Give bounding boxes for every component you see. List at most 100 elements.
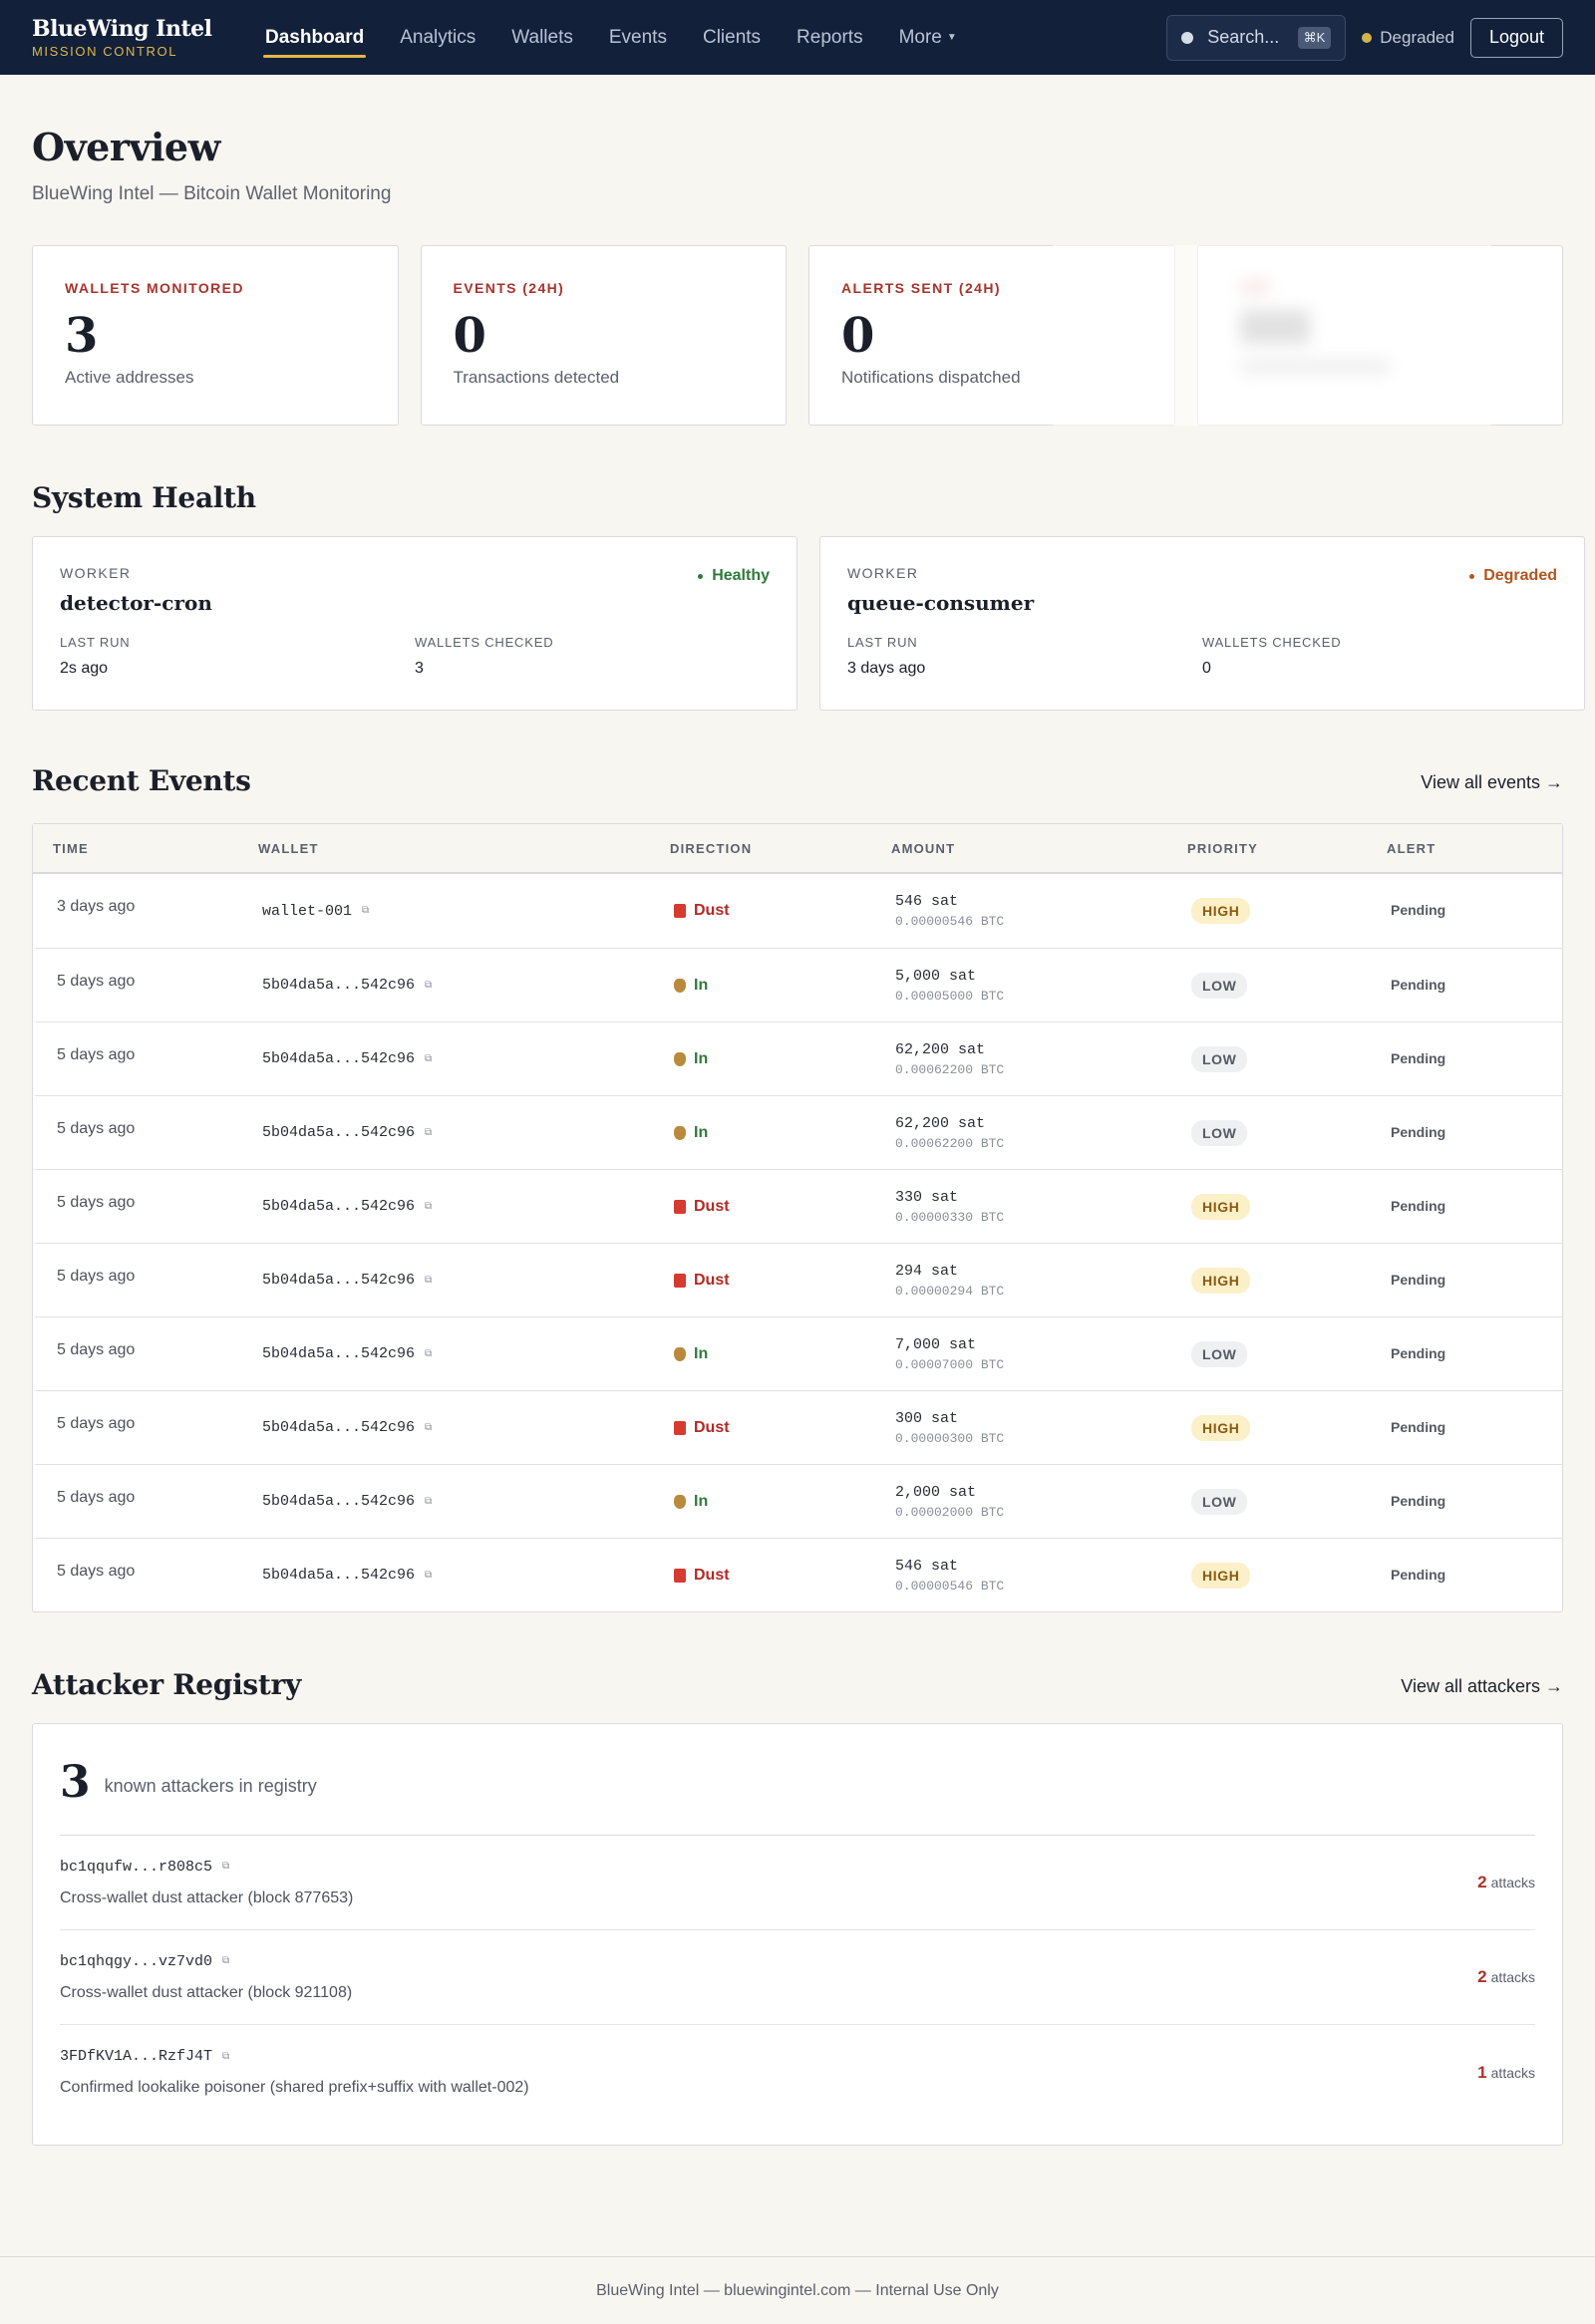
section-title-events: Recent Events xyxy=(32,764,251,797)
attack-count-label: attacks xyxy=(1490,1969,1535,1985)
column-header-amount[interactable]: AMOUNT xyxy=(891,841,1187,856)
table-row[interactable]: 5 days ago 5b04da5a...542c96 ⧉ Dust 330 sat 0… xyxy=(33,1169,1562,1243)
alert-status: Pending xyxy=(1391,1492,1446,1509)
amount-btc: 0.00000294 BTC xyxy=(895,1283,1005,1299)
alert-icon xyxy=(674,1568,686,1583)
column-header-wallet[interactable]: WALLET xyxy=(258,841,670,856)
copy-icon[interactable]: ⧉ xyxy=(425,1201,432,1213)
alert-status: Pending xyxy=(1391,1049,1446,1066)
meta-label: LAST RUN xyxy=(60,635,131,650)
attacker-description: Cross-wallet dust attacker (block 877653… xyxy=(60,1888,354,1906)
priority-badge: HIGH xyxy=(1191,898,1251,924)
top-nav: BlueWing Intel MISSION CONTROL Dashboard… xyxy=(0,0,1595,75)
table-row[interactable]: 5 days ago 5b04da5a...542c96 ⧉ Dust 300 sat 0… xyxy=(33,1390,1562,1464)
column-header-direction[interactable]: DIRECTION xyxy=(670,841,891,856)
direction-label: Dust xyxy=(694,1197,730,1215)
table-row[interactable]: 5 days ago 5b04da5a...542c96 ⧉ In 7,000 sat 0… xyxy=(33,1316,1562,1390)
nav-link-reports[interactable]: Reports xyxy=(779,0,881,75)
event-time: 5 days ago xyxy=(57,1267,136,1285)
priority-badge: HIGH xyxy=(1191,1267,1251,1294)
table-row[interactable]: 3 days ago wallet-001 ⧉ Dust 546 sat 0.000005… xyxy=(33,874,1562,948)
logout-button[interactable]: Logout xyxy=(1469,17,1563,58)
amount-sat: 62,200 sat xyxy=(895,1114,986,1132)
wallet-address: wallet-001 xyxy=(262,902,353,920)
attacker-description: Cross-wallet dust attacker (block 921108… xyxy=(60,1983,353,2001)
stat-desc: Transactions detected xyxy=(453,368,620,387)
table-row[interactable]: 5 days ago 5b04da5a...542c96 ⧉ Dust 546 sat 0… xyxy=(33,1538,1562,1611)
copy-icon[interactable]: ⧉ xyxy=(425,1570,432,1582)
search-input[interactable]: Search... ⌘K xyxy=(1166,14,1347,61)
direction-label: Dust xyxy=(694,1271,730,1289)
table-row[interactable]: 5 days ago 5b04da5a...542c96 ⧉ In 5,000 sat 0… xyxy=(33,948,1562,1021)
brand[interactable]: BlueWing Intel MISSION CONTROL xyxy=(32,16,247,59)
event-amount: 294 sat 0.00000294 BTC xyxy=(895,1263,1191,1299)
brand-subtitle: MISSION CONTROL xyxy=(32,44,178,59)
event-wallet: 5b04da5a...542c96 ⧉ xyxy=(262,1345,674,1362)
event-time: 5 days ago xyxy=(57,1340,136,1358)
table-row[interactable]: 5 days ago 5b04da5a...542c96 ⧉ In 62,200 sat… xyxy=(33,1095,1562,1169)
event-amount: 62,200 sat 0.00062200 BTC xyxy=(895,1115,1191,1151)
caret-down-icon: ▼ xyxy=(946,32,957,43)
copy-icon[interactable]: ⧉ xyxy=(425,1496,432,1508)
attacker-item[interactable]: bc1qqufw...r808c5 ⧉ Cross-wallet dust atta… xyxy=(60,1836,1535,1930)
attacker-address-text: 3FDfKV1A...RzfJ4T xyxy=(60,2048,213,2065)
nav-link-events[interactable]: Events xyxy=(591,0,685,75)
table-row[interactable]: 5 days ago 5b04da5a...542c96 ⧉ In 62,200 sat… xyxy=(33,1021,1562,1095)
copy-icon[interactable]: ⧉ xyxy=(425,1422,432,1434)
amount-btc: 0.00062200 BTC xyxy=(895,1135,1005,1151)
event-time: 5 days ago xyxy=(57,1488,136,1506)
attack-count-value: 1 xyxy=(1477,2062,1487,2082)
worker-label: WORKER xyxy=(847,565,919,581)
event-amount: 300 sat 0.00000300 BTC xyxy=(895,1410,1191,1446)
priority-badge: LOW xyxy=(1191,1119,1248,1146)
status-dot-icon xyxy=(698,573,704,579)
copy-icon[interactable]: ⧉ xyxy=(222,1861,229,1873)
view-all-events-link[interactable]: View all events → xyxy=(1421,772,1563,793)
last-run: LAST RUN 2s ago xyxy=(60,635,415,678)
table-row[interactable]: 5 days ago 5b04da5a...542c96 ⧉ Dust 294 sat 0… xyxy=(33,1243,1562,1316)
attacker-item[interactable]: bc1qhqgy...vz7vd0 ⧉ Cross-wallet dust atta… xyxy=(60,1930,1535,2025)
attacker-registry-section: Attacker Registry View all attackers → 3… xyxy=(32,1668,1563,2146)
wallet-address: 5b04da5a...542c96 xyxy=(262,1567,416,1584)
nav-link-clients[interactable]: Clients xyxy=(685,0,779,75)
copy-icon[interactable]: ⧉ xyxy=(362,905,369,917)
event-time: 5 days ago xyxy=(57,1414,136,1432)
table-row[interactable]: 5 days ago 5b04da5a...542c96 ⧉ In 2,000 sat 0… xyxy=(33,1464,1562,1538)
meta-value: 3 xyxy=(415,660,424,677)
event-wallet: 5b04da5a...542c96 ⧉ xyxy=(262,1567,674,1584)
copy-icon[interactable]: ⧉ xyxy=(425,980,432,992)
nav-link-wallets[interactable]: Wallets xyxy=(493,0,591,75)
column-header-priority[interactable]: PRIORITY xyxy=(1187,841,1387,856)
event-direction: In xyxy=(674,1124,895,1142)
direction-label: In xyxy=(694,1123,709,1141)
copy-icon[interactable]: ⧉ xyxy=(425,1348,432,1360)
section-head: Recent Events View all events → xyxy=(32,764,1563,797)
worker-status-label: Healthy xyxy=(712,567,770,584)
priority-badge: LOW xyxy=(1191,1488,1248,1515)
event-wallet: 5b04da5a...542c96 ⧉ xyxy=(262,1493,674,1510)
view-all-attackers-link[interactable]: View all attackers → xyxy=(1401,1676,1563,1697)
meta-value: 0 xyxy=(1202,660,1211,677)
copy-icon[interactable]: ⧉ xyxy=(222,2051,229,2063)
wallet-address: 5b04da5a...542c96 xyxy=(262,1198,416,1215)
event-time: 5 days ago xyxy=(57,1562,136,1580)
copy-icon[interactable]: ⧉ xyxy=(425,1127,432,1139)
copy-icon[interactable]: ⧉ xyxy=(425,1275,432,1287)
priority-badge: HIGH xyxy=(1191,1414,1251,1441)
alert-icon xyxy=(674,1273,686,1288)
attacker-count-label: known attackers in registry xyxy=(104,1776,317,1796)
attacker-item[interactable]: 3FDfKV1A...RzfJ4T ⧉ Confirmed lookalike po… xyxy=(60,2025,1535,2120)
nav-link-dashboard[interactable]: Dashboard xyxy=(247,0,382,75)
wallet-address: 5b04da5a...542c96 xyxy=(262,1345,416,1362)
copy-icon[interactable]: ⧉ xyxy=(222,1955,229,1967)
event-direction: Dust xyxy=(674,1272,895,1290)
event-wallet: wallet-001 ⧉ xyxy=(262,903,674,920)
nav-link-more[interactable]: More ▼ xyxy=(881,0,975,75)
recent-events-section: Recent Events View all events → TIME WAL… xyxy=(32,764,1563,1612)
attacker-info: 3FDfKV1A...RzfJ4T ⧉ Confirmed lookalike po… xyxy=(60,2048,529,2097)
column-header-time[interactable]: TIME xyxy=(33,841,258,856)
nav-link-analytics[interactable]: Analytics xyxy=(382,0,493,75)
column-header-alert[interactable]: ALERT xyxy=(1387,841,1562,856)
copy-icon[interactable]: ⧉ xyxy=(425,1053,432,1065)
attack-count-label: attacks xyxy=(1490,2064,1535,2081)
